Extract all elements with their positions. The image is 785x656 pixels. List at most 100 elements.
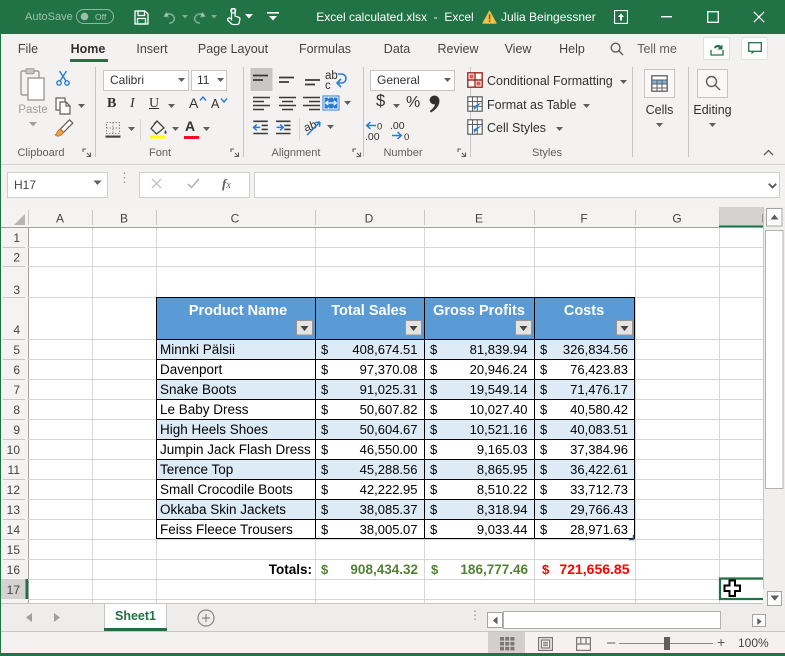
svg-text:$: $ bbox=[540, 362, 548, 377]
svg-text:17: 17 bbox=[7, 583, 21, 597]
svg-text:9: 9 bbox=[13, 423, 20, 437]
svg-text:15: 15 bbox=[7, 543, 21, 557]
svg-text:$: $ bbox=[430, 422, 438, 437]
svg-text:33,712.73: 33,712.73 bbox=[570, 482, 628, 497]
svg-text:29,766.43: 29,766.43 bbox=[570, 502, 628, 517]
svg-text:Minnki Pälsii: Minnki Pälsii bbox=[160, 342, 235, 357]
svg-text:$: $ bbox=[321, 522, 329, 537]
svg-text:42,222.95: 42,222.95 bbox=[360, 482, 418, 497]
svg-text:$: $ bbox=[430, 442, 438, 457]
svg-text:Snake Boots: Snake Boots bbox=[160, 382, 237, 397]
svg-text:8: 8 bbox=[13, 403, 20, 417]
svg-text:$: $ bbox=[321, 422, 329, 437]
svg-text:8,510.22: 8,510.22 bbox=[477, 482, 528, 497]
svg-text:c: c bbox=[325, 80, 331, 92]
svg-text:326,834.56: 326,834.56 bbox=[563, 342, 628, 357]
svg-text:10,027.40: 10,027.40 bbox=[470, 402, 528, 417]
svg-text:50,604.67: 50,604.67 bbox=[360, 422, 418, 437]
svg-text:$: $ bbox=[542, 562, 550, 577]
svg-text:F: F bbox=[580, 212, 587, 226]
svg-text:408,674.51: 408,674.51 bbox=[352, 342, 417, 357]
svg-text:45,288.56: 45,288.56 bbox=[360, 462, 418, 477]
svg-text:721,656.85: 721,656.85 bbox=[559, 561, 629, 577]
svg-text:81,839.94: 81,839.94 bbox=[470, 342, 528, 357]
svg-text:$: $ bbox=[540, 342, 548, 357]
svg-text:$: $ bbox=[540, 382, 548, 397]
svg-text:12: 12 bbox=[7, 483, 21, 497]
svg-text:38,005.07: 38,005.07 bbox=[360, 522, 418, 537]
svg-text:$: $ bbox=[430, 342, 438, 357]
svg-text:11: 11 bbox=[8, 463, 21, 477]
svg-text:E: E bbox=[475, 212, 483, 226]
svg-text:$: $ bbox=[540, 482, 548, 497]
svg-text:Totals:: Totals: bbox=[269, 562, 312, 577]
svg-text:36,422.61: 36,422.61 bbox=[570, 462, 628, 477]
svg-text:9,165.03: 9,165.03 bbox=[477, 442, 528, 457]
svg-text:Product Name: Product Name bbox=[189, 303, 287, 319]
svg-text:6: 6 bbox=[13, 363, 20, 377]
svg-text:$: $ bbox=[430, 382, 438, 397]
svg-text:G: G bbox=[672, 212, 681, 226]
svg-text:46,550.00: 46,550.00 bbox=[360, 442, 418, 457]
svg-text:97,370.08: 97,370.08 bbox=[360, 362, 418, 377]
svg-text:B: B bbox=[120, 212, 128, 226]
svg-text:$: $ bbox=[321, 382, 329, 397]
svg-text:$: $ bbox=[430, 402, 438, 417]
svg-text:10,521.16: 10,521.16 bbox=[470, 422, 528, 437]
svg-text:$: $ bbox=[321, 342, 329, 357]
svg-text:37,384.96: 37,384.96 bbox=[570, 442, 628, 457]
svg-text:$: $ bbox=[430, 462, 438, 477]
svg-text:$: $ bbox=[540, 462, 548, 477]
svg-text:1: 1 bbox=[13, 231, 20, 245]
svg-text:186,777.46: 186,777.46 bbox=[460, 562, 528, 577]
svg-text:13: 13 bbox=[7, 503, 21, 517]
svg-text:8,318.94: 8,318.94 bbox=[477, 502, 528, 517]
svg-text:High Heels Shoes: High Heels Shoes bbox=[160, 422, 268, 437]
svg-text:$: $ bbox=[430, 482, 438, 497]
svg-text:Terence Top: Terence Top bbox=[160, 462, 233, 477]
svg-text:$: $ bbox=[540, 402, 548, 417]
svg-text:10: 10 bbox=[7, 443, 21, 457]
svg-text:.00: .00 bbox=[390, 120, 405, 132]
svg-text:$: $ bbox=[430, 502, 438, 517]
svg-text:50,607.82: 50,607.82 bbox=[360, 402, 418, 417]
svg-text:7: 7 bbox=[13, 383, 20, 397]
svg-text:Costs: Costs bbox=[564, 303, 604, 319]
svg-text:Off: Off bbox=[95, 12, 107, 22]
svg-text:908,434.32: 908,434.32 bbox=[350, 562, 418, 577]
svg-text:$: $ bbox=[321, 402, 329, 417]
svg-text:Total Sales: Total Sales bbox=[331, 303, 406, 319]
svg-text:Small Crocodile Boots: Small Crocodile Boots bbox=[160, 482, 293, 497]
svg-text:40,083.51: 40,083.51 bbox=[570, 422, 628, 437]
svg-text:$: $ bbox=[431, 562, 439, 577]
svg-text:Le Baby Dress: Le Baby Dress bbox=[160, 402, 249, 417]
svg-text:8,865.95: 8,865.95 bbox=[477, 462, 528, 477]
svg-text:40,580.42: 40,580.42 bbox=[570, 402, 628, 417]
svg-text:D: D bbox=[365, 212, 374, 226]
svg-text:28,971.63: 28,971.63 bbox=[570, 522, 628, 537]
svg-text:19,549.14: 19,549.14 bbox=[470, 382, 528, 397]
svg-text:$: $ bbox=[321, 362, 329, 377]
svg-text:$: $ bbox=[321, 482, 329, 497]
svg-text:$: $ bbox=[430, 522, 438, 537]
svg-text:$: $ bbox=[540, 502, 548, 517]
svg-text:$: $ bbox=[540, 442, 548, 457]
svg-text:3: 3 bbox=[13, 283, 20, 297]
svg-text:$: $ bbox=[540, 422, 548, 437]
svg-text:14: 14 bbox=[7, 523, 21, 537]
svg-text:20,946.24: 20,946.24 bbox=[470, 362, 528, 377]
svg-text:9,033.44: 9,033.44 bbox=[477, 522, 528, 537]
svg-text:Okkaba Skin Jackets: Okkaba Skin Jackets bbox=[160, 502, 286, 517]
svg-text:$: $ bbox=[321, 502, 329, 517]
svg-text:$: $ bbox=[540, 522, 548, 537]
svg-text:2: 2 bbox=[13, 251, 20, 265]
svg-text:16: 16 bbox=[7, 563, 21, 577]
svg-text:4: 4 bbox=[13, 323, 20, 337]
svg-text:$: $ bbox=[321, 462, 329, 477]
svg-text:A: A bbox=[56, 212, 64, 226]
svg-text:0: 0 bbox=[404, 132, 409, 142]
svg-text:76,423.83: 76,423.83 bbox=[570, 362, 628, 377]
svg-text:Gross Profits: Gross Profits bbox=[433, 303, 525, 319]
svg-text:91,025.31: 91,025.31 bbox=[360, 382, 418, 397]
svg-text:$: $ bbox=[321, 442, 329, 457]
